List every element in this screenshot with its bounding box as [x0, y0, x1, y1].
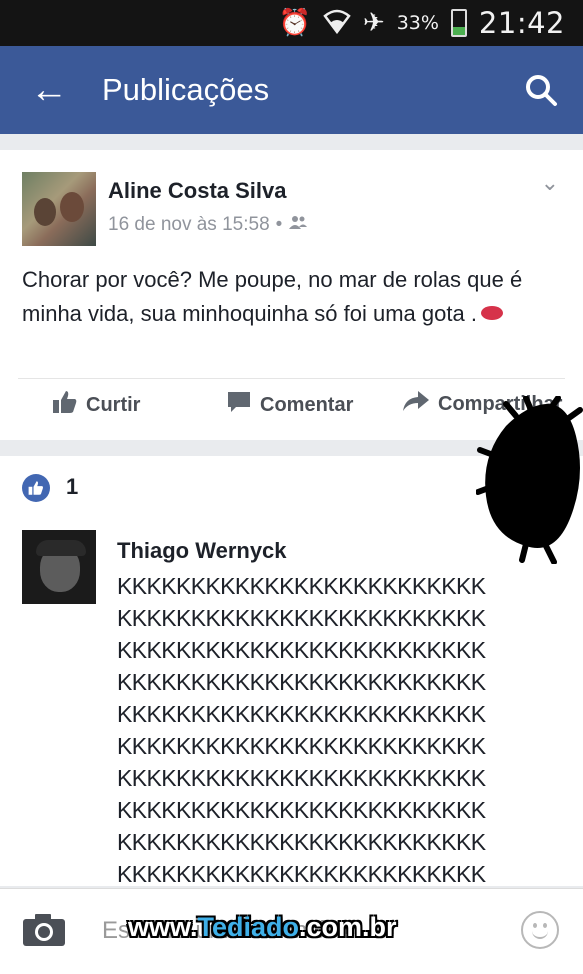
post-timestamp[interactable]: 16 de nov às 15:58 — [108, 214, 270, 236]
comment-line: KKKKKKKKKKKKKKKKKKKKKKKKK — [117, 733, 486, 759]
comment-line: KKKKKKKKKKKKKKKKKKKKKKKKK — [117, 861, 486, 887]
lips-emoji-icon — [480, 306, 503, 321]
watermark: www.Tediado.com.br — [128, 912, 397, 943]
battery-icon — [450, 9, 467, 37]
like-label: Curtir — [86, 394, 141, 416]
app-bar: ← Publicações — [0, 46, 583, 134]
comment-line: KKKKKKKKKKKKKKKKKKKKKKKKK — [117, 605, 486, 631]
watermark-brand: Tediado — [197, 912, 300, 942]
smiley-icon[interactable] — [521, 911, 559, 949]
comment-line: KKKKKKKKKKKKKKKKKKKKKKKKK — [117, 797, 486, 823]
clock: 21:42 — [478, 6, 565, 40]
comment-button[interactable]: Comentar — [226, 390, 353, 421]
chevron-down-icon[interactable]: ⌄ — [541, 170, 559, 196]
like-button[interactable]: Curtir — [52, 390, 140, 421]
comment-text: KKKKKKKKKKKKKKKKKKKKKKKKK KKKKKKKKKKKKKKK… — [117, 570, 486, 890]
status-bar: ⏰ ✈ 33% 21:42 — [0, 0, 583, 46]
comment-icon — [226, 390, 252, 421]
page-title: Publicações — [102, 72, 270, 107]
comment-line: KKKKKKKKKKKKKKKKKKKKKKKKK — [117, 573, 486, 599]
post-body: Chorar por você? Me poupe, no mar de rol… — [22, 267, 523, 326]
arrow-left-icon[interactable]: ← — [30, 71, 78, 109]
comment: Thiago Wernyck KKKKKKKKKKKKKKKKKKKKKKKKK… — [0, 516, 583, 887]
wifi-icon — [323, 8, 351, 39]
scribble-overlay — [476, 396, 583, 564]
like-count: 1 — [66, 474, 79, 499]
comment-line: KKKKKKKKKKKKKKKKKKKKKKKKK — [117, 765, 486, 791]
commenter-avatar[interactable] — [22, 530, 96, 604]
thumbs-up-icon — [52, 390, 78, 421]
camera-icon[interactable] — [22, 913, 66, 947]
airplane-icon: ✈ — [362, 8, 385, 38]
search-icon[interactable] — [521, 70, 561, 110]
watermark-suffix: .com.br — [299, 912, 397, 942]
comment-line: KKKKKKKKKKKKKKKKKKKKKKKKK — [117, 829, 486, 855]
comment-line: KKKKKKKKKKKKKKKKKKKKKKKKK — [117, 637, 486, 663]
post-author[interactable]: Aline Costa Silva — [108, 178, 287, 204]
alarm-icon: ⏰ — [278, 8, 311, 38]
comment-line: KKKKKKKKKKKKKKKKKKKKKKKKK — [117, 701, 486, 727]
battery-percent: 33% — [396, 12, 439, 34]
post-meta: 16 de nov às 15:58 • — [108, 214, 308, 236]
avatar[interactable] — [22, 172, 96, 246]
friends-icon — [288, 214, 308, 236]
share-arrow-icon — [402, 390, 430, 419]
comment-label: Comentar — [260, 394, 354, 416]
divider — [18, 378, 565, 379]
like-reaction-icon — [22, 474, 50, 502]
commenter-name[interactable]: Thiago Wernyck — [117, 538, 287, 564]
post-text: Chorar por você? Me poupe, no mar de rol… — [22, 263, 562, 331]
comment-line: KKKKKKKKKKKKKKKKKKKKKKKKK — [117, 669, 486, 695]
separator-dot: • — [275, 214, 283, 235]
watermark-prefix: www. — [128, 912, 198, 942]
